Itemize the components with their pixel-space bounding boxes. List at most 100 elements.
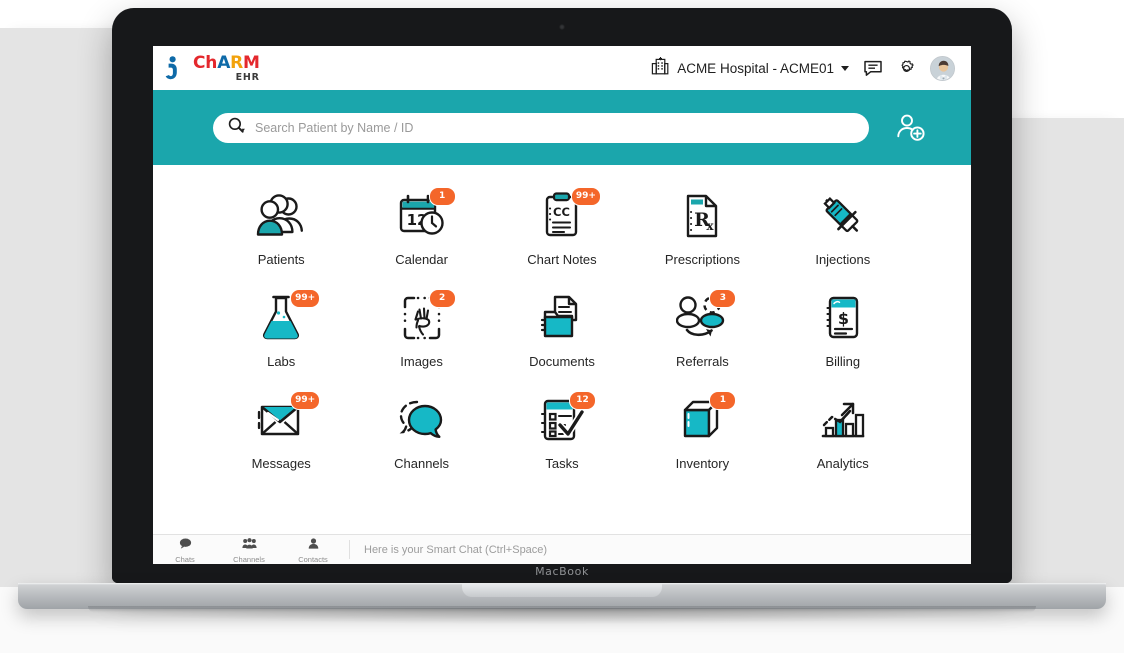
search-icon[interactable] [227,116,246,140]
chevron-down-icon [841,65,849,71]
labs-icon: 99+ [254,289,321,345]
logo-part-a: A [217,53,231,74]
app-header: ChARM EHR ACME Hospital - ACME01 [153,46,971,90]
chat-tab-channels[interactable]: Channels [217,536,281,564]
logo-part-ch: Ch [193,53,218,74]
search-input[interactable] [255,120,855,135]
badge-count: 12 [568,391,596,410]
billing-icon: $ [816,291,870,345]
svg-text:x: x [707,219,715,233]
svg-text:CC: CC [553,205,570,219]
injections-icon [816,189,870,243]
chat-divider [349,540,350,559]
app-tile-billing[interactable]: $ Billing [773,291,913,369]
facility-name: ACME Hospital - ACME01 [677,60,834,76]
images-icon: 2 [395,289,456,345]
app-grid: Patients 12 1 Calendar CC 99+ Chart Note… [153,165,971,517]
gear-icon[interactable] [897,59,916,78]
smart-chat-input-wrap [354,535,971,564]
avatar[interactable] [930,55,955,81]
patient-search-band [153,90,971,165]
smart-chat-input[interactable] [364,543,971,556]
chat-tab-label: Contacts [298,554,328,564]
chat-tab-label: Channels [233,554,265,564]
app-label: Messages [251,456,311,471]
hospital-icon [650,56,670,80]
laptop-base [18,583,1106,631]
prescriptions-icon: R x [675,189,729,243]
app-label: Patients [257,252,305,267]
chat-tab-contacts[interactable]: Contacts [281,536,345,564]
badge-count: 99+ [570,187,601,206]
facility-selector[interactable]: ACME Hospital - ACME01 [650,56,849,80]
chart-notes-icon: CC 99+ [535,187,601,243]
calendar-icon: 12 1 [395,187,456,243]
app-label: Referrals [676,354,729,369]
app-tile-prescriptions[interactable]: R x Prescriptions [632,189,772,267]
app-tile-images[interactable]: 2 Images [351,289,491,369]
add-patient-icon[interactable] [893,111,927,145]
webcam-icon [559,24,565,30]
chat-tab-label: Chats [175,554,195,564]
badge-count: 1 [709,391,737,410]
app-label: Images [400,354,443,369]
patient-search-box[interactable] [213,112,869,143]
app-tile-tasks[interactable]: 12 Tasks [492,391,632,471]
documents-icon [535,291,589,345]
badge-count: 99+ [290,289,321,308]
app-label: Inventory [675,456,730,471]
app-label: Injections [815,252,871,267]
laptop-base-shadow [78,608,1046,624]
charm-person-logo-icon [165,55,187,81]
header-actions: ACME Hospital - ACME01 [650,55,955,81]
laptop-mockup: ChARM EHR ACME Hospital - ACME01 Search … [112,8,1012,583]
app-label: Channels [394,456,450,471]
contact-person-icon [308,536,319,554]
app-tile-channels[interactable]: Channels [351,393,491,471]
chat-bubble-icon[interactable] [863,60,883,77]
laptop-base-notch [462,584,662,597]
app-label: Chart Notes [527,252,597,267]
app-screen: ChARM EHR ACME Hospital - ACME01 Search … [153,46,971,564]
channels-icon [395,393,449,447]
app-tile-injections[interactable]: Injections [773,189,913,267]
app-tile-calendar[interactable]: 12 1 Calendar [351,187,491,267]
charm-logo-wordmark: ChARM EHR [193,55,260,83]
svg-text:$: $ [838,309,849,328]
app-tile-referrals[interactable]: 3 Referrals [632,289,772,369]
badge-count: 3 [709,289,737,308]
app-tile-inventory[interactable]: 1 Inventory [632,391,772,471]
logo-part-m: M [243,53,260,74]
tasks-icon: 12 [535,391,596,447]
referrals-icon: 3 [675,289,737,345]
analytics-icon [816,393,870,447]
app-tile-messages[interactable]: 99+ Messages [211,391,351,471]
smart-chat-bar: Chats Channels Contacts Here is your Sma… [153,534,971,564]
messages-icon: 99+ [254,391,321,447]
app-tile-analytics[interactable]: Analytics [773,393,913,471]
app-tile-patients[interactable]: Patients [211,189,351,267]
channels-group-icon [241,536,257,554]
app-label: Prescriptions [664,252,740,267]
badge-count: 1 [428,187,456,206]
logo-part-r: R [230,53,244,74]
app-label: Calendar [395,252,448,267]
app-label: Labs [267,354,296,369]
app-label: Documents [529,354,595,369]
badge-count: 2 [428,289,456,308]
app-label: Tasks [545,456,579,471]
logo-subtitle: EHR [235,72,260,84]
chat-tab-chats[interactable]: Chats [153,536,217,564]
patients-icon [254,189,308,243]
badge-count: 99+ [290,391,321,410]
app-tile-chart-notes[interactable]: CC 99+ Chart Notes [492,187,632,267]
app-tile-labs[interactable]: 99+ Labs [211,289,351,369]
laptop-brand-bar: MacBook [112,564,1012,583]
app-label: Billing [825,354,861,369]
inventory-icon: 1 [675,391,737,447]
charm-ehr-logo[interactable]: ChARM EHR [165,54,260,82]
chat-tabs: Chats Channels Contacts [153,535,345,564]
chat-bubble-icon [179,536,192,554]
app-tile-documents[interactable]: Documents [492,291,632,369]
laptop-brand-label: MacBook [535,565,589,578]
